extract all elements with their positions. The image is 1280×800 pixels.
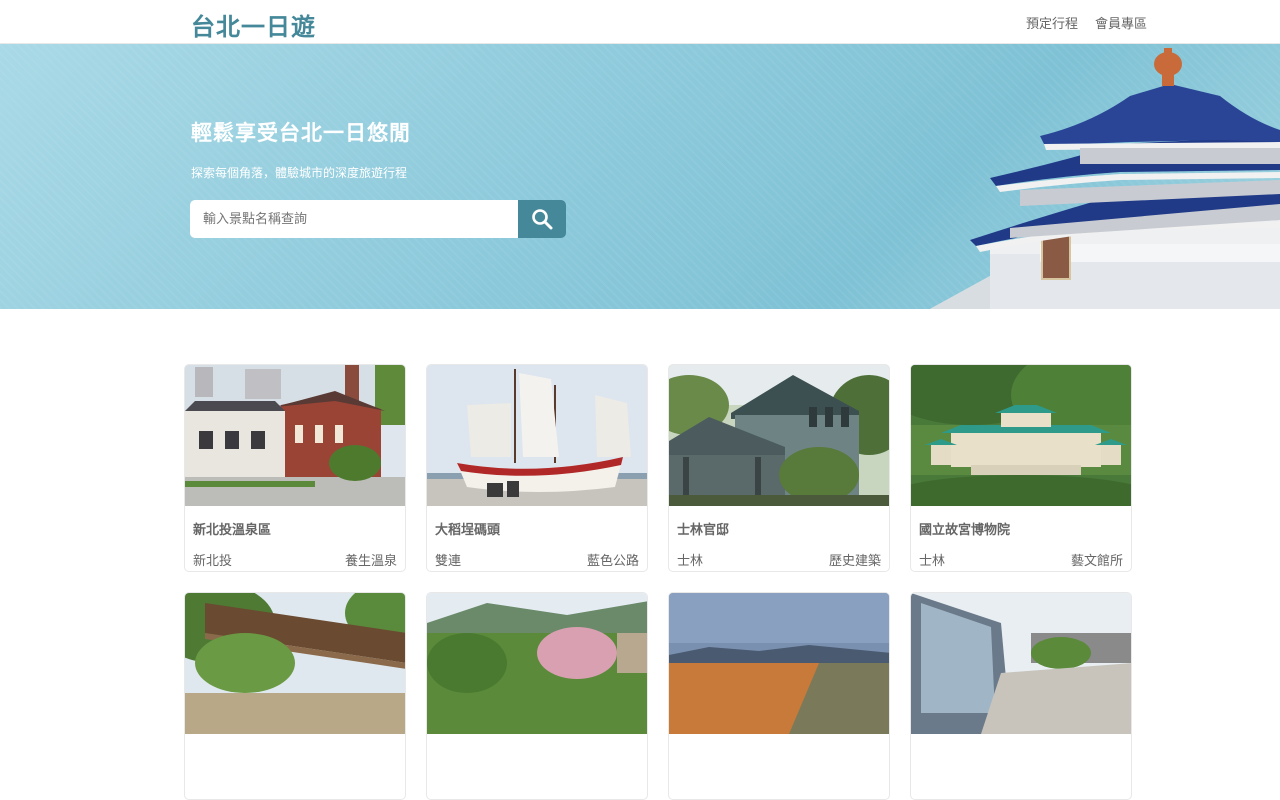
- navbar: 台北一日遊 預定行程 會員專區: [0, 0, 1280, 44]
- attraction-category: 養生溫泉: [344, 554, 397, 569]
- memorial-hall-image: [930, 48, 1280, 309]
- attraction-card[interactable]: 新北投溫泉區 新北投 養生溫泉: [184, 364, 406, 572]
- search-button[interactable]: [518, 200, 566, 238]
- attraction-mrt: 士林: [677, 554, 704, 569]
- nav-links: 預定行程 會員專區: [1026, 13, 1147, 32]
- nav-link-member[interactable]: 會員專區: [1095, 13, 1147, 32]
- attraction-card[interactable]: 國立故宮博物院 士林 藝文館所: [910, 364, 1132, 572]
- attraction-card[interactable]: [668, 592, 890, 800]
- nav-link-booking[interactable]: 預定行程: [1026, 13, 1078, 32]
- attraction-category: 藍色公路: [586, 554, 639, 569]
- site-logo[interactable]: 台北一日遊: [191, 7, 316, 42]
- attraction-photo: [427, 593, 647, 734]
- attraction-card[interactable]: [910, 592, 1132, 800]
- search-box: [190, 200, 566, 238]
- attraction-category: 藝文館所: [1070, 554, 1123, 569]
- attraction-photo: [669, 593, 889, 734]
- attraction-name: 國立故宮博物院: [919, 523, 1011, 538]
- attraction-category: 歷史建築: [828, 554, 881, 569]
- attraction-name: 新北投溫泉區: [193, 523, 272, 538]
- hero-banner: 輕鬆享受台北一日悠閒 探索每個角落，體驗城市的深度旅遊行程: [0, 44, 1280, 309]
- attraction-photo: [427, 365, 647, 506]
- attraction-photo: [185, 593, 405, 734]
- search-icon: [532, 209, 553, 230]
- attraction-photo: [911, 593, 1131, 734]
- attraction-name: 士林官邸: [677, 523, 730, 538]
- attraction-card[interactable]: [426, 592, 648, 800]
- attraction-photo: [185, 365, 405, 506]
- attraction-photo: [911, 365, 1131, 506]
- search-input[interactable]: [190, 200, 518, 238]
- attraction-card[interactable]: 大稻埕碼頭 雙連 藍色公路: [426, 364, 648, 572]
- attraction-photo: [669, 365, 889, 506]
- hero-subtitle: 探索每個角落，體驗城市的深度旅遊行程: [191, 166, 408, 180]
- attraction-mrt: 雙連: [435, 554, 462, 569]
- attraction-card[interactable]: 士林官邸 士林 歷史建築: [668, 364, 890, 572]
- attraction-card[interactable]: [184, 592, 406, 800]
- attraction-name: 大稻埕碼頭: [435, 523, 501, 538]
- attraction-mrt: 新北投: [193, 554, 233, 569]
- attraction-mrt: 士林: [919, 554, 946, 569]
- hero-title: 輕鬆享受台北一日悠閒: [191, 121, 411, 145]
